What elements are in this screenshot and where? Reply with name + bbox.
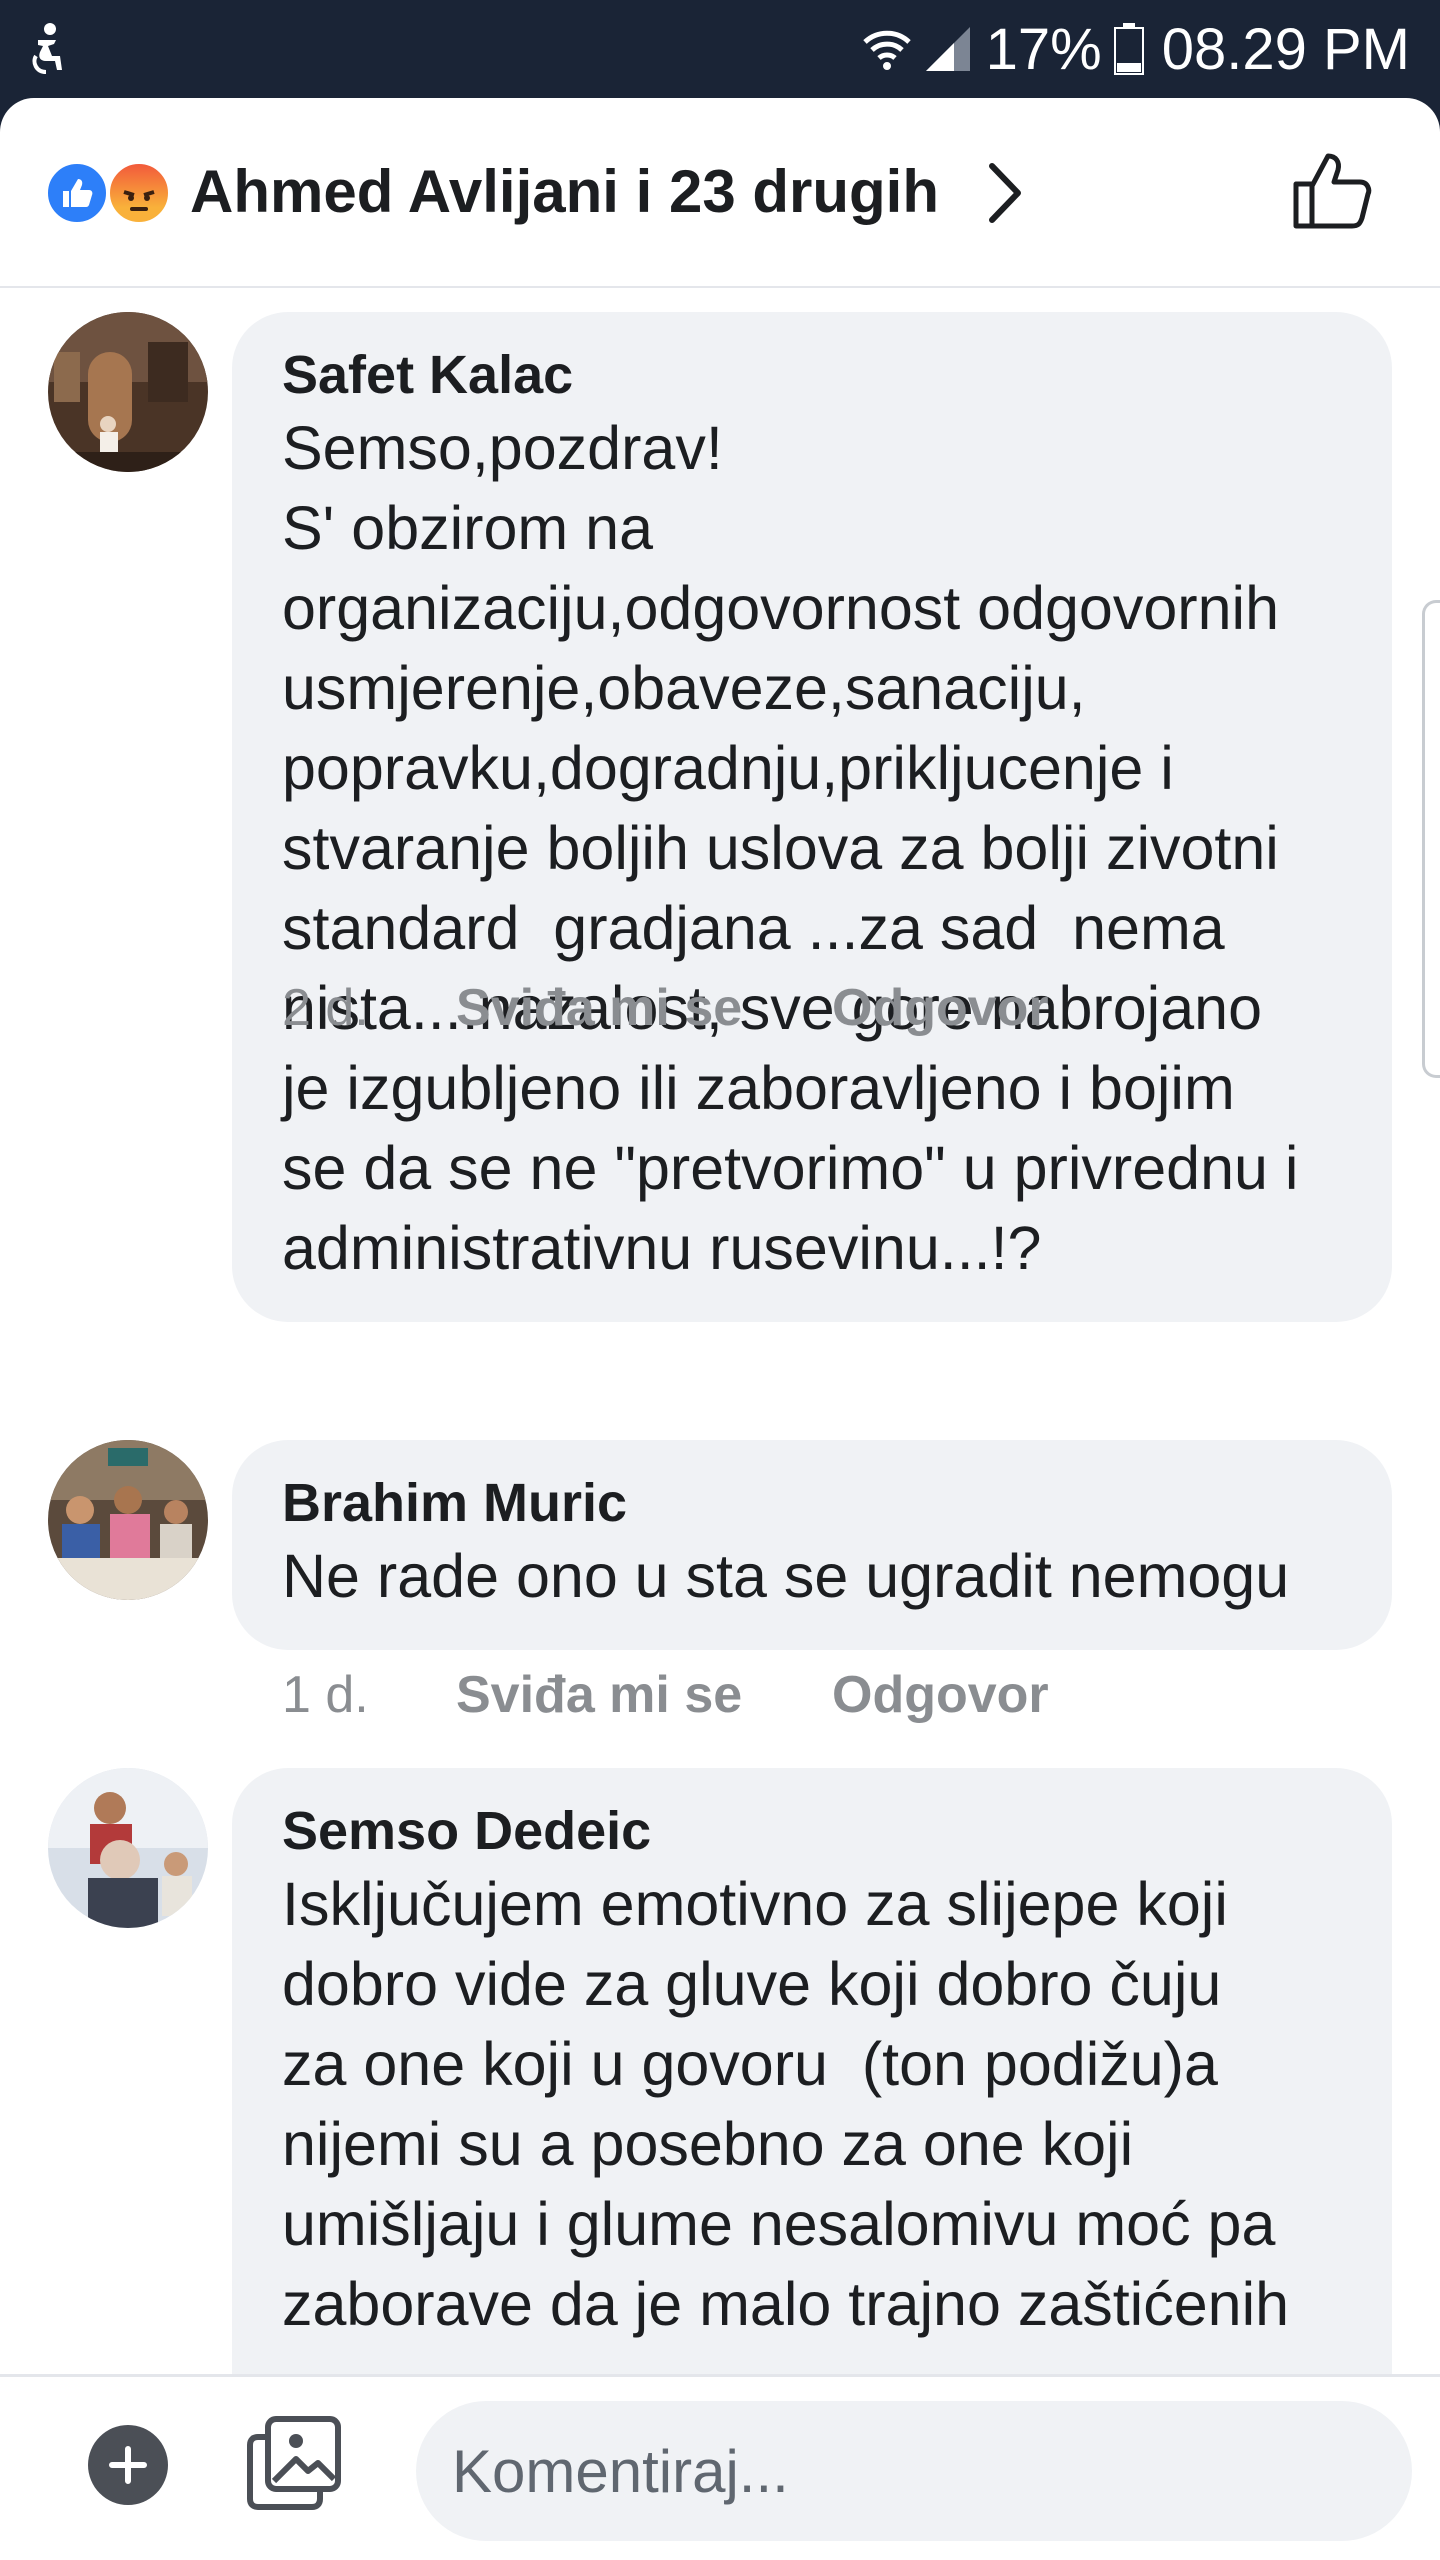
- comment-time: 1 d.: [282, 1666, 369, 1724]
- comment-text: Semso,pozdrav! S' obzirom na organizacij…: [282, 414, 1299, 1282]
- comment-author[interactable]: Brahim Muric: [282, 1470, 1342, 1536]
- comment-author[interactable]: Safet Kalac: [282, 342, 1342, 408]
- comment-actions: 2 d. Sviđa mi se Odgovor: [282, 978, 1049, 1038]
- reactions-header[interactable]: Ahmed Avlijani i 23 drugih: [0, 98, 1440, 288]
- clock: 08.29 PM: [1161, 16, 1410, 82]
- avatar[interactable]: [48, 1768, 208, 1928]
- comment-time: 2 d.: [282, 979, 369, 1037]
- comment-text: Isključujem emotivno za slijepe koji dob…: [282, 1870, 1290, 2338]
- avatar[interactable]: [48, 1440, 208, 1600]
- chevron-right-icon[interactable]: [980, 158, 1028, 228]
- angry-reaction-icon: [106, 160, 172, 226]
- reactions-summary[interactable]: Ahmed Avlijani i 23 drugih: [190, 156, 939, 228]
- reply-button[interactable]: Odgovor: [832, 978, 1049, 1038]
- comments-sheet: Ahmed Avlijani i 23 drugih Safet Kalac S…: [0, 98, 1440, 2560]
- comment-input[interactable]: Komentiraj...: [416, 2401, 1412, 2541]
- comment-bubble[interactable]: Safet Kalac Semso,pozdrav! S' obzirom na…: [232, 312, 1392, 1322]
- reply-button[interactable]: Odgovor: [832, 1665, 1049, 1725]
- wifi-icon: [862, 30, 911, 70]
- battery-percent: 17%: [985, 16, 1102, 82]
- comment-author[interactable]: Semso Dedeic: [282, 1798, 1342, 1864]
- comment-input-placeholder: Komentiraj...: [452, 2437, 789, 2505]
- comment-text: Ne rade ono u sta se ugradit nemogu: [282, 1542, 1290, 1610]
- status-indicators: 17% 08.29 PM: [862, 14, 1410, 84]
- accessibility-icon: [32, 23, 62, 74]
- like-reaction-icon: [44, 160, 110, 226]
- signal-icon: [925, 27, 970, 71]
- avatar[interactable]: [48, 312, 208, 472]
- like-comment-button[interactable]: Sviđa mi se: [456, 1665, 832, 1725]
- status-bar: 17% 08.29 PM: [0, 0, 1440, 98]
- photo-icon[interactable]: [244, 2415, 344, 2511]
- comment-bubble[interactable]: Brahim Muric Ne rade ono u sta se ugradi…: [232, 1440, 1392, 1650]
- thumbs-up-icon[interactable]: [1290, 148, 1374, 232]
- comment-actions: 1 d. Sviđa mi se Odgovor: [282, 1665, 1049, 1725]
- comment-composer: Komentiraj...: [0, 2374, 1440, 2560]
- plus-icon[interactable]: [88, 2425, 168, 2505]
- like-comment-button[interactable]: Sviđa mi se: [456, 978, 832, 1038]
- battery-icon: [1113, 23, 1144, 75]
- scrollbar-thumb[interactable]: [1422, 600, 1440, 1078]
